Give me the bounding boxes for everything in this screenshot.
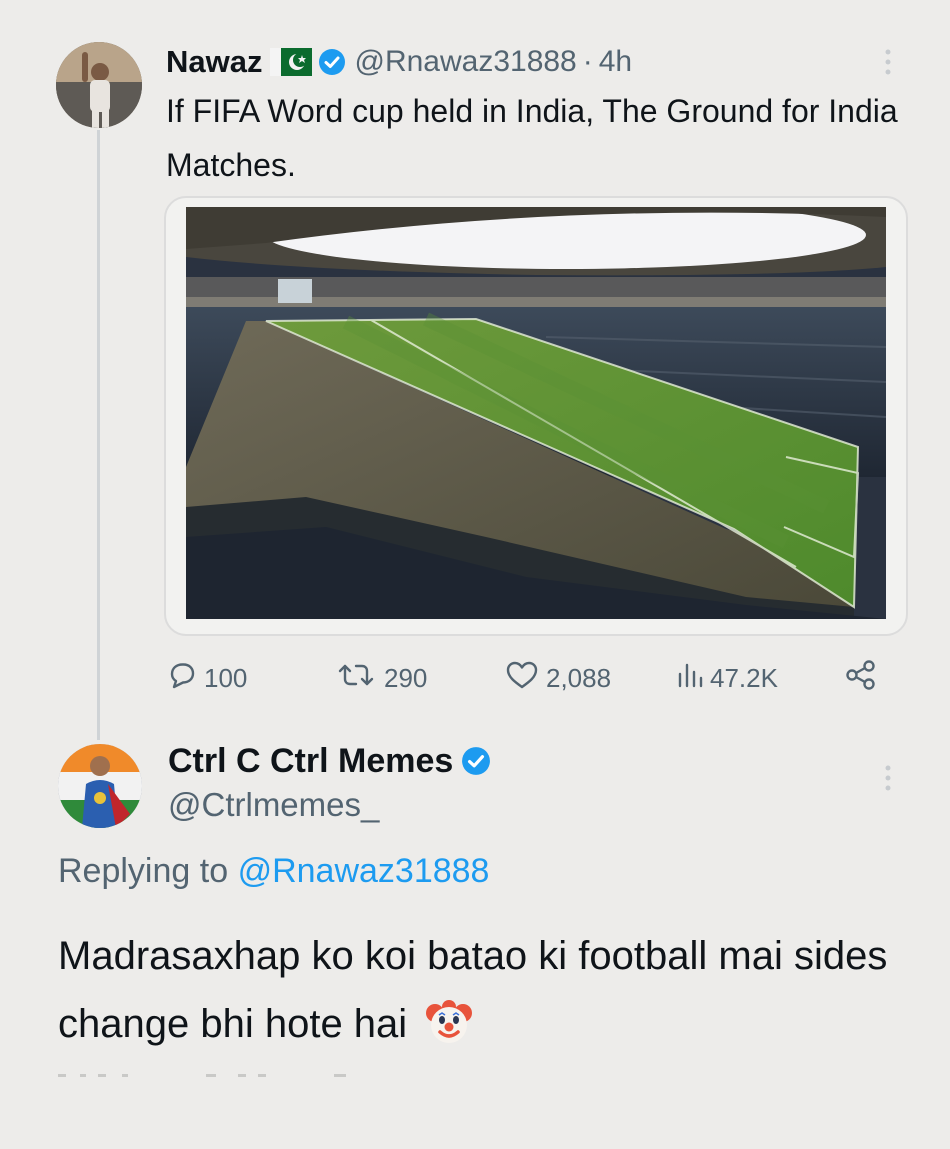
pakistan-flag-icon <box>270 48 313 76</box>
views-button[interactable]: 47.2K <box>676 656 778 700</box>
replying-to-label: Replying to <box>58 852 229 890</box>
share-icon <box>844 658 884 699</box>
reply-header: Ctrl C Ctrl Memes <box>168 738 491 784</box>
like-count: 2,088 <box>546 662 612 693</box>
reply-author-name[interactable]: Ctrl C Ctrl Memes <box>168 742 453 781</box>
author-name[interactable]: Nawaz <box>166 44 262 80</box>
author-handle[interactable]: @Rnawaz31888 <box>354 45 576 79</box>
tweet-text: If FIFA Word cup held in India, The Grou… <box>166 93 898 183</box>
tweet-media[interactable] <box>164 196 908 636</box>
clown-face-icon <box>424 997 474 1068</box>
reply-count: 100 <box>204 662 248 693</box>
reply-author-handle[interactable]: @Ctrlmemes_ <box>168 786 379 824</box>
replying-to-mention[interactable]: @Rnawaz31888 <box>238 852 490 890</box>
retweet-icon <box>334 659 384 698</box>
faded-timestamp-row <box>58 1068 358 1080</box>
tweet-header: Nawaz @Rnawaz31888 · 4h <box>166 42 632 82</box>
tilted-football-stadium-image <box>186 207 886 619</box>
tweet-timestamp[interactable]: 4h <box>599 45 632 79</box>
replying-to-line: Replying to @Rnawaz31888 <box>58 852 489 891</box>
author-avatar[interactable] <box>56 42 142 128</box>
time-separator: · <box>582 45 593 78</box>
verified-badge-icon <box>318 48 346 76</box>
reply-more-options-icon[interactable] <box>878 762 898 796</box>
thread-connector-line <box>97 130 100 740</box>
reply-button[interactable]: 100 <box>166 656 247 700</box>
retweet-button[interactable]: 290 <box>334 656 427 700</box>
retweet-count: 290 <box>384 662 428 693</box>
verified-badge-icon <box>461 746 491 776</box>
view-count: 47.2K <box>710 662 778 693</box>
more-options-icon[interactable] <box>878 46 898 80</box>
reply-author-avatar[interactable] <box>58 744 142 828</box>
share-button[interactable] <box>844 656 884 700</box>
heart-icon <box>504 659 546 698</box>
analytics-bars-icon <box>676 659 710 698</box>
reply-text-block: Madrasaxhap ko koi batao ki football mai… <box>58 922 918 1068</box>
tweet-action-bar: 100 290 2,088 47.2K <box>166 656 886 700</box>
like-button[interactable]: 2,088 <box>504 656 611 700</box>
reply-icon <box>166 659 204 698</box>
